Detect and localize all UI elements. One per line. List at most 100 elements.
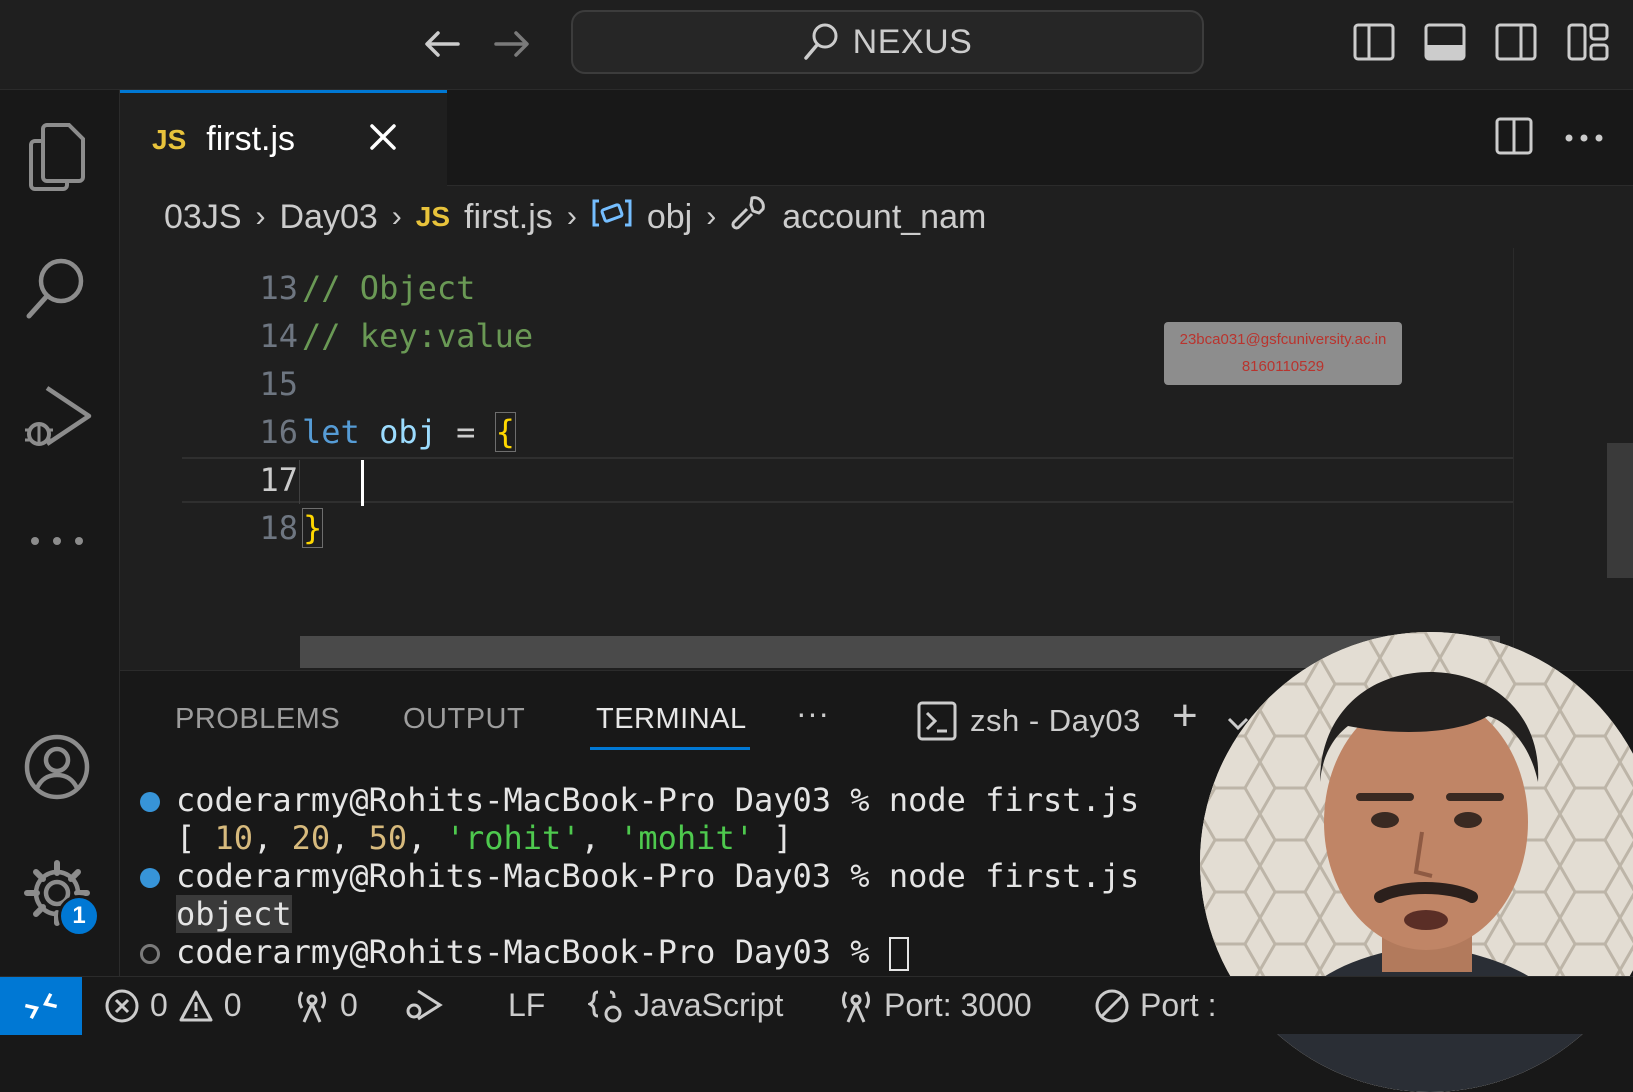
command-pending-dot: [140, 944, 160, 964]
ports-forwarded-indicator[interactable]: 0: [294, 987, 358, 1024]
tab-terminal[interactable]: TERMINAL: [596, 703, 747, 736]
vertical-scrollbar-thumb[interactable]: [1607, 443, 1633, 578]
current-line-highlight: [182, 457, 1513, 503]
tab-label: first.js: [206, 120, 296, 158]
line-number: 18: [259, 509, 298, 547]
open-brace: {: [494, 412, 516, 452]
split-editor-icon[interactable]: [1494, 116, 1534, 161]
remote-indicator-icon[interactable]: [0, 977, 82, 1035]
editor-tab-bar: JS first.js: [120, 90, 1633, 186]
no-entry-icon: [1095, 989, 1129, 1022]
accounts-icon[interactable]: [20, 730, 94, 804]
panel-more-icon[interactable]: ···: [796, 695, 829, 732]
watermark-phone: 8160110529: [1241, 358, 1325, 375]
assign-operator: =: [436, 413, 495, 451]
array-string: 'rohit': [445, 819, 581, 857]
tab-first-js[interactable]: JS first.js: [120, 90, 447, 186]
toggle-panel-icon[interactable]: [1423, 20, 1467, 64]
forward-arrow-icon[interactable]: [490, 22, 534, 66]
code-line: 18 }: [120, 504, 1513, 552]
activity-bar: [0, 90, 120, 976]
indent-guide: [299, 460, 359, 504]
chevron-right-icon: ›: [255, 200, 266, 233]
text-cursor: [361, 460, 364, 506]
workspace-name: NEXUS: [852, 22, 973, 61]
array-open: [: [176, 819, 215, 857]
terminal-prompt: coderarmy@Rohits-MacBook-Pro Day03 % nod…: [176, 781, 1140, 819]
command-success-dot: [140, 868, 160, 888]
terminal-output-object: object: [176, 895, 292, 933]
warning-icon: [179, 990, 213, 1021]
chevron-right-icon: ›: [391, 200, 402, 233]
back-arrow-icon[interactable]: [420, 22, 464, 66]
code-line: 16 let obj = {: [120, 408, 1513, 456]
identifier-obj: obj: [379, 413, 437, 451]
breadcrumb-folder-03js[interactable]: 03JS: [164, 198, 242, 237]
warning-count: 0: [223, 987, 242, 1023]
new-terminal-plus-icon[interactable]: +: [1172, 691, 1198, 741]
terminal-shell-selector[interactable]: zsh - Day03: [970, 703, 1141, 739]
code-line: 13 // Object: [120, 264, 1513, 312]
settings-update-badge: 1: [58, 895, 100, 937]
terminal-cursor: [888, 937, 909, 971]
port-label: Port: 3000: [884, 987, 1032, 1023]
close-tab-icon[interactable]: [369, 123, 397, 156]
braces-icon: [588, 990, 622, 1022]
debug-status-icon[interactable]: [402, 987, 444, 1023]
line-number: 15: [259, 365, 298, 403]
command-center-search[interactable]: NEXUS: [571, 10, 1204, 74]
code-statement: let obj = {: [302, 408, 516, 456]
close-brace: }: [302, 508, 324, 548]
terminal-prompt-current[interactable]: coderarmy@Rohits-MacBook-Pro Day03 %: [176, 933, 909, 971]
variable-symbol-icon: [591, 198, 633, 237]
more-actions-icon[interactable]: [1564, 130, 1604, 148]
toggle-secondary-sidebar-icon[interactable]: [1494, 20, 1538, 64]
wrench-property-icon: [730, 194, 768, 241]
breadcrumb-file[interactable]: first.js: [464, 198, 553, 237]
array-number: 50: [368, 819, 408, 857]
second-port-indicator[interactable]: Port :: [1094, 987, 1216, 1024]
array-string: 'mohit': [619, 819, 754, 857]
search-view-icon[interactable]: [20, 250, 94, 324]
javascript-file-icon: JS: [415, 201, 451, 232]
breadcrumb: 03JS › Day03 › JS first.js › obj › accou…: [120, 186, 1633, 248]
line-number: 13: [259, 269, 298, 307]
array-close: ]: [753, 819, 793, 857]
breadcrumb-symbol-account[interactable]: account_nam: [782, 198, 986, 237]
title-bar: NEXUS: [0, 0, 1633, 90]
tab-output[interactable]: OUTPUT: [403, 703, 525, 736]
javascript-file-icon: JS: [152, 123, 187, 155]
broadcast-icon: [297, 990, 327, 1023]
status-bar: 0 0 0 LF JavaScript Port: 3000 Port :: [0, 976, 1633, 1035]
terminal-output-line: object: [176, 895, 292, 933]
problems-indicator[interactable]: 0 0: [104, 987, 242, 1024]
tab-problems[interactable]: PROBLEMS: [175, 703, 340, 736]
chevron-right-icon: ›: [566, 200, 577, 233]
array-number: 20: [291, 819, 331, 857]
end-of-line-selector[interactable]: LF: [508, 987, 545, 1024]
watermark-overlay: 23bca031@gsfcuniversity.ac.in 8160110529: [1164, 322, 1402, 385]
search-icon: [803, 23, 838, 60]
explorer-icon[interactable]: [20, 120, 94, 194]
customize-layout-icon[interactable]: [1566, 20, 1610, 64]
terminal-prompt-text: coderarmy@Rohits-MacBook-Pro Day03 %: [176, 933, 889, 971]
port2-label: Port :: [1140, 987, 1217, 1023]
live-server-port[interactable]: Port: 3000: [838, 987, 1032, 1024]
error-icon: [105, 989, 139, 1022]
terminal-icon: [917, 701, 957, 746]
run-and-debug-icon[interactable]: [20, 380, 94, 454]
toggle-primary-sidebar-icon[interactable]: [1352, 20, 1396, 64]
active-tab-indicator: [590, 747, 750, 750]
array-number: 10: [214, 819, 254, 857]
language-label: JavaScript: [634, 987, 784, 1023]
language-mode-selector[interactable]: JavaScript: [588, 987, 783, 1024]
error-count: 0: [150, 987, 168, 1023]
keyword-let: let: [302, 413, 360, 451]
terminal-prompt: coderarmy@Rohits-MacBook-Pro Day03 % nod…: [176, 857, 1140, 895]
more-views-icon[interactable]: [20, 504, 94, 578]
chevron-right-icon: ›: [706, 200, 717, 233]
line-number: 16: [259, 413, 298, 451]
breadcrumb-folder-day03[interactable]: Day03: [280, 198, 378, 237]
minimap[interactable]: [1513, 248, 1633, 670]
breadcrumb-symbol-obj[interactable]: obj: [647, 198, 692, 237]
